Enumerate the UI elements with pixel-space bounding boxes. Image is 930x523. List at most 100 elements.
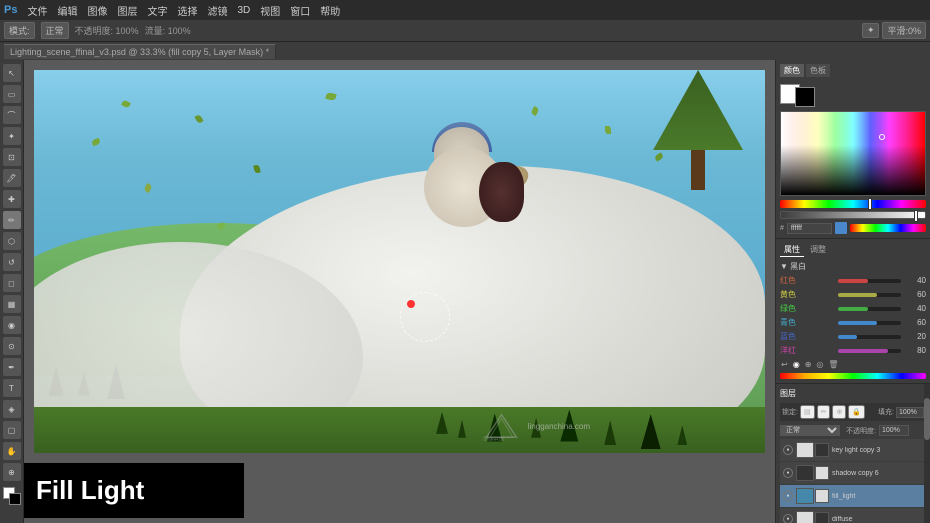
menu-file[interactable]: 文件 bbox=[27, 3, 47, 18]
opacity-slider[interactable] bbox=[780, 211, 926, 219]
layer-item-0[interactable]: ● key light copy 3 bbox=[780, 439, 926, 461]
tab-layers[interactable]: 图层 bbox=[780, 388, 796, 399]
prop-val-red: 40 bbox=[904, 276, 926, 285]
layer-item-1[interactable]: ● shadow copy 6 bbox=[780, 462, 926, 484]
tool-option-normal[interactable]: 正常 bbox=[41, 22, 69, 39]
prop-slider-green[interactable] bbox=[838, 307, 901, 311]
fg-bg-colors[interactable] bbox=[3, 487, 21, 505]
eyedropper-tool[interactable]: 🖊 bbox=[3, 169, 21, 187]
opacity-thumb bbox=[914, 210, 918, 222]
lock-image[interactable]: ✏ bbox=[817, 405, 831, 419]
path-tool[interactable]: ◈ bbox=[3, 400, 21, 418]
menu-bar: Ps 文件 编辑 图像 图层 文字 选择 滤镜 3D 视图 窗口 帮助 bbox=[0, 0, 930, 20]
gradient-tool[interactable]: ▦ bbox=[3, 295, 21, 313]
opacity-input[interactable]: 100% bbox=[879, 425, 909, 436]
menu-text[interactable]: 文字 bbox=[147, 3, 167, 18]
menu-select[interactable]: 选择 bbox=[177, 3, 197, 18]
prop-slider-yellow[interactable] bbox=[838, 293, 901, 297]
prop-icon-trash[interactable]: 🗑 bbox=[827, 359, 839, 370]
document-tab-bar: Lighting_scene_ffinal_v3.psd @ 33.3% (fi… bbox=[0, 42, 930, 60]
shape-tool[interactable]: ▢ bbox=[3, 421, 21, 439]
menu-3d[interactable]: 3D bbox=[237, 5, 250, 16]
prop-slider-cyan[interactable] bbox=[838, 321, 901, 325]
stamp-tool[interactable]: ⬡ bbox=[3, 232, 21, 250]
prop-icon-clip[interactable]: ⊕ bbox=[804, 359, 813, 370]
menu-image[interactable]: 图像 bbox=[87, 3, 107, 18]
watermark: 灵感中国 lingganchina.com bbox=[479, 411, 590, 441]
color-mode-btn[interactable] bbox=[835, 222, 847, 234]
menu-help[interactable]: 帮助 bbox=[320, 3, 340, 18]
menu-view[interactable]: 视图 bbox=[260, 3, 280, 18]
crop-tool[interactable]: ⊡ bbox=[3, 148, 21, 166]
layer-eye-2[interactable]: ● bbox=[783, 491, 793, 501]
zoom-tool[interactable]: ⊕ bbox=[3, 463, 21, 481]
ps-logo: Ps bbox=[4, 4, 17, 16]
move-tool[interactable]: ↖ bbox=[3, 64, 21, 82]
layer-eye-1[interactable]: ● bbox=[783, 468, 793, 478]
prop-slider-magenta[interactable] bbox=[838, 349, 901, 353]
prop-label-cyan: 青色 bbox=[780, 317, 835, 328]
prop-row-green: 绿色 40 bbox=[780, 303, 926, 314]
color-picker-dot bbox=[879, 134, 885, 140]
prop-val-magenta: 80 bbox=[904, 346, 926, 355]
menu-edit[interactable]: 编辑 bbox=[57, 3, 77, 18]
hue-thumb bbox=[868, 198, 872, 210]
menu-window[interactable]: 窗口 bbox=[290, 3, 310, 18]
layers-scrollbar[interactable] bbox=[924, 384, 930, 523]
layer-mask-thumb-1 bbox=[815, 466, 829, 480]
prop-fill-blue bbox=[838, 335, 857, 339]
layer-item-3[interactable]: ● diffuse bbox=[780, 508, 926, 523]
canvas[interactable]: 灵感中国 lingganchina.com bbox=[34, 70, 765, 453]
right-panel: 颜色 色板 # bbox=[775, 60, 930, 523]
scroll-thumb bbox=[924, 398, 930, 440]
options-bar: 模式: 正常 不透明度: 100% 流量: 100% ✦ 平滑:0% bbox=[0, 20, 930, 42]
layer-eye-0[interactable]: ● bbox=[783, 445, 793, 455]
prop-icon-1[interactable]: ↩ bbox=[780, 359, 789, 370]
history-tool[interactable]: ↺ bbox=[3, 253, 21, 271]
color-gradient-box[interactable] bbox=[780, 111, 926, 196]
lock-transparent[interactable]: ▤ bbox=[800, 405, 815, 419]
prop-icon-row: ↩ ◉ ⊕ ◎ 🗑 bbox=[780, 359, 926, 370]
tab-properties[interactable]: 属性 bbox=[780, 243, 804, 257]
lasso-tool[interactable]: ⌒ bbox=[3, 106, 21, 124]
layer-mask-thumb-0 bbox=[815, 443, 829, 457]
color-panel-tabs: 颜色 色板 bbox=[780, 64, 926, 77]
eraser-tool[interactable]: ◻ bbox=[3, 274, 21, 292]
brush-tool[interactable]: ✏ bbox=[3, 211, 21, 229]
pen-tool[interactable]: ✒ bbox=[3, 358, 21, 376]
lock-all[interactable]: 🔒 bbox=[848, 405, 865, 419]
fill-label: 填充: bbox=[878, 407, 894, 417]
layer-mask-thumb-3 bbox=[815, 512, 829, 523]
dodge-tool[interactable]: ⊙ bbox=[3, 337, 21, 355]
hardness-label: 流量: 100% bbox=[145, 24, 191, 37]
char-backpack bbox=[479, 162, 524, 222]
tab-adjustments[interactable]: 调整 bbox=[806, 243, 830, 257]
tab-swatches[interactable]: 色板 bbox=[806, 64, 830, 77]
prop-slider-red[interactable] bbox=[838, 279, 901, 283]
text-tool[interactable]: T bbox=[3, 379, 21, 397]
tool-option-1[interactable]: 模式: bbox=[4, 22, 35, 39]
menu-layer[interactable]: 图层 bbox=[117, 3, 137, 18]
background-color[interactable] bbox=[795, 87, 815, 107]
blur-tool[interactable]: ◉ bbox=[3, 316, 21, 334]
layer-thumb-3 bbox=[796, 511, 814, 523]
layer-item-2[interactable]: ● fill_light bbox=[780, 485, 926, 507]
hex-input[interactable]: ffffff bbox=[787, 223, 832, 234]
prop-icon-eye[interactable]: ◎ bbox=[815, 359, 824, 370]
blend-mode-select[interactable]: 正常 bbox=[780, 425, 840, 436]
prop-slider-blue[interactable] bbox=[838, 335, 901, 339]
tab-color[interactable]: 颜色 bbox=[780, 64, 804, 77]
fill-input[interactable]: 100% bbox=[896, 407, 924, 418]
airbrush-btn[interactable]: ✦ bbox=[862, 23, 880, 38]
lock-position[interactable]: ⊕ bbox=[832, 405, 846, 419]
hand-tool[interactable]: ✋ bbox=[3, 442, 21, 460]
select-tool[interactable]: ▭ bbox=[3, 85, 21, 103]
hue-slider[interactable] bbox=[780, 200, 926, 208]
wand-tool[interactable]: ✦ bbox=[3, 127, 21, 145]
layer-eye-3[interactable]: ● bbox=[783, 514, 793, 523]
prop-icon-2[interactable]: ◉ bbox=[792, 359, 801, 370]
heal-tool[interactable]: ✚ bbox=[3, 190, 21, 208]
document-tab[interactable]: Lighting_scene_ffinal_v3.psd @ 33.3% (fi… bbox=[4, 44, 276, 59]
smoothing-btn[interactable]: 平滑:0% bbox=[882, 22, 926, 39]
menu-filter[interactable]: 滤镜 bbox=[207, 3, 227, 18]
